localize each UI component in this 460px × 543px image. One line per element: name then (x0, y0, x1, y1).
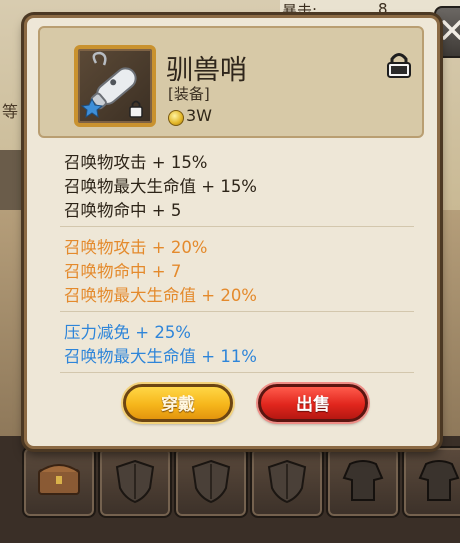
stat-divider (60, 372, 414, 373)
armor-icon (342, 460, 384, 501)
item-type: [装备] (168, 85, 210, 103)
stat-line-special: 压力减免 + 25% (64, 323, 191, 342)
stat-divider (60, 226, 414, 227)
item-name: 驯兽哨 (166, 55, 247, 86)
level-label: 等 (2, 102, 19, 121)
stat-line-base: 召唤物最大生命值 + 15% (64, 177, 257, 196)
inventory-slot-shield-1[interactable] (98, 446, 172, 518)
lock-icon[interactable] (386, 51, 412, 79)
gold-coin-icon (168, 110, 184, 126)
stat-divider (60, 311, 414, 312)
shield-icon (267, 459, 307, 504)
item-price: 3W (186, 106, 212, 125)
whistle-icon (80, 51, 143, 119)
stat-line-base: 召唤物攻击 + 15% (64, 153, 208, 172)
stat-line-base: 召唤物命中 + 5 (64, 201, 182, 220)
stat-line-special: 召唤物最大生命值 + 11% (64, 347, 257, 366)
sell-button[interactable]: 出售 (258, 384, 368, 422)
stat-line-bonus: 召唤物最大生命值 + 20% (64, 286, 257, 305)
inventory-slot-chest[interactable] (22, 446, 96, 518)
chest-icon (38, 464, 80, 495)
close-icon (442, 20, 460, 40)
inventory-slot-armor-1[interactable] (326, 446, 400, 518)
armor-icon (418, 460, 460, 501)
stat-line-bonus: 召唤物攻击 + 20% (64, 238, 208, 257)
inventory-slot-shield-2[interactable] (174, 446, 248, 518)
shield-icon (191, 459, 231, 504)
shield-icon (115, 459, 155, 504)
equip-button[interactable]: 穿戴 (123, 384, 233, 422)
inventory-slot-shield-3[interactable] (250, 446, 324, 518)
stat-line-bonus: 召唤物命中 + 7 (64, 262, 182, 281)
item-icon-frame (74, 45, 156, 127)
inventory-slot-armor-2[interactable] (402, 446, 460, 518)
